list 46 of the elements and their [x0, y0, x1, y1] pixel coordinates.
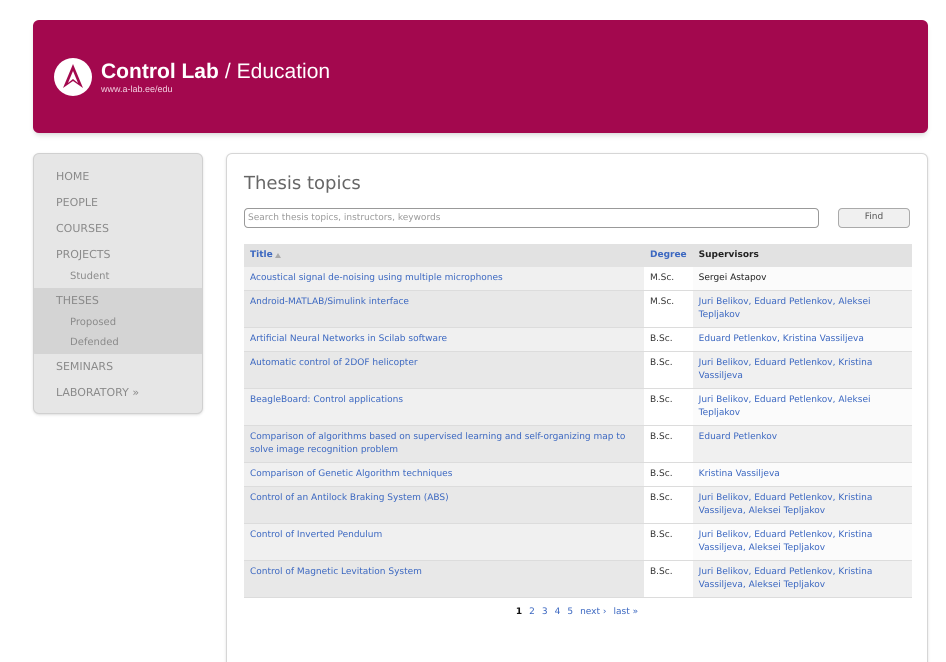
column-header[interactable]: Title	[244, 244, 644, 267]
degree-cell: B.Sc.	[650, 358, 673, 368]
supervisors-cell: Sergei Astapov	[692, 267, 912, 290]
degree-cell: B.Sc.	[650, 469, 673, 479]
degree-cell: B.Sc.	[650, 530, 673, 540]
page-link[interactable]: 1	[516, 606, 522, 620]
page-link[interactable]: 2	[529, 606, 535, 620]
nav-item[interactable]: LABORATORY »	[34, 381, 202, 405]
nav-item[interactable]: SEMINARS	[34, 355, 202, 379]
column-header[interactable]: Degree	[644, 244, 693, 267]
nav-item[interactable]: PROJECTS	[34, 243, 202, 267]
supervisors-cell[interactable]: Kristina Vassiljeva	[692, 463, 912, 486]
title-separator: /	[224, 60, 231, 84]
site-section: Education	[236, 60, 330, 84]
nav-item[interactable]: HOME	[34, 165, 202, 189]
supervisors-cell[interactable]: Eduard Petlenkov	[692, 426, 912, 462]
page-link[interactable]: 4	[554, 606, 560, 620]
supervisors-cell[interactable]: Juri Belikov, Eduard Petlenkov, Kristina Vassiljeva	[692, 352, 912, 388]
degree-cell: B.Sc.	[650, 493, 673, 503]
supervisors-cell[interactable]: Juri Belikov, Eduard Petlenkov, Kristina Vassiljeva, Aleksei Tepljakov	[692, 561, 912, 597]
find-button[interactable]: Find	[838, 208, 910, 228]
degree-cell: B.Sc.	[650, 567, 673, 577]
logo-icon	[53, 56, 93, 96]
nav-item[interactable]: PEOPLE	[34, 191, 202, 215]
page-link[interactable]: next ›	[580, 606, 606, 620]
nav-item[interactable]: COURSES	[34, 217, 202, 241]
degree-cell: M.Sc.	[650, 297, 674, 307]
search-field[interactable]: Search thesis topics, instructors, keywords	[244, 208, 819, 228]
page-link[interactable]: last »	[614, 606, 638, 620]
nav-subitem[interactable]: Student	[34, 267, 202, 287]
column-header: Supervisors	[692, 244, 912, 267]
degree-cell: M.Sc.	[650, 273, 674, 283]
degree-cell: B.Sc.	[650, 432, 673, 442]
page-link[interactable]: 5	[567, 606, 574, 620]
page-link[interactable]: 3	[542, 606, 548, 620]
supervisors-cell[interactable]: Juri Belikov, Eduard Petlenkov, Aleksei Tepljakov	[692, 389, 912, 425]
degree-cell: B.Sc.	[650, 395, 673, 405]
sort-ascending-icon	[274, 253, 281, 258]
supervisors-cell[interactable]: Juri Belikov, Eduard Petlenkov, Aleksei Tepljakov	[692, 291, 912, 327]
supervisors-cell[interactable]: Juri Belikov, Eduard Petlenkov, Kristina Vassiljeva, Aleksei Tepljakov	[692, 524, 912, 560]
site-url: www.a-lab.ee/edu	[101, 84, 174, 94]
supervisors-cell[interactable]: Juri Belikov, Eduard Petlenkov, Kristina Vassiljeva, Aleksei Tepljakov	[692, 487, 912, 523]
degree-cell: B.Sc.	[650, 334, 673, 344]
page-title: Thesis topics	[244, 172, 362, 196]
supervisors-cell[interactable]: Eduard Petlenkov, Kristina Vassiljeva	[692, 328, 912, 351]
site-brand[interactable]: Control Lab	[101, 60, 219, 84]
